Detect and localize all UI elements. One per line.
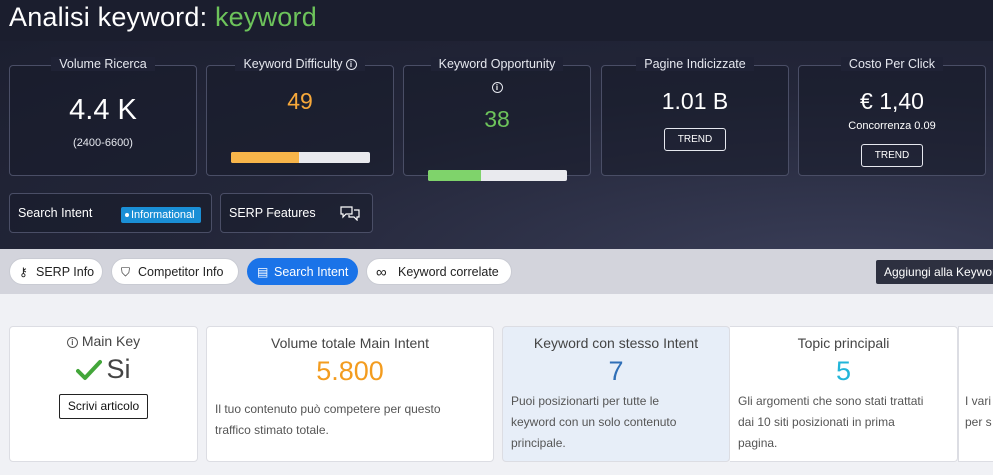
page-title: Analisi keyword: keyword	[9, 2, 317, 33]
trend-button[interactable]: TREND	[861, 144, 923, 167]
same-intent-title: Keyword con stesso Intent	[533, 335, 699, 351]
topics-title: Topic principali	[797, 335, 890, 351]
main-key-title: Main Key	[81, 333, 141, 349]
document-icon: ▤	[257, 265, 269, 279]
title-prefix: Analisi keyword:	[9, 2, 215, 32]
volume-total-value: 5.800	[316, 356, 384, 386]
serp-features-box[interactable]: SERP Features	[220, 193, 373, 233]
volume-value: 4.4 K	[69, 94, 137, 126]
trend-button[interactable]: TREND	[664, 128, 726, 151]
search-intent-label: Search Intent	[18, 206, 93, 220]
add-keyword-tooltip: Aggiungi alla Keywor	[876, 260, 993, 284]
tab-label: Search Intent	[274, 265, 349, 279]
main-key-card: i Main Key Si Scrivi articolo	[9, 326, 198, 462]
tab-label: Keyword correlate	[398, 265, 499, 279]
opportunity-title: Keyword Opportunity	[430, 57, 564, 71]
volume-total-title: Volume totale Main Intent	[271, 335, 429, 351]
desc-line: principale.	[511, 436, 566, 450]
partial-card: I vari per s	[958, 326, 993, 462]
page-header: Analisi keyword: keyword	[0, 0, 993, 41]
search-intent-box: Search Intent Informational	[9, 193, 212, 233]
topics-desc: Gli argomenti che sono stati trattati da…	[738, 391, 949, 454]
tab-serp-info[interactable]: ⚷ SERP Info	[9, 258, 103, 285]
tab-keyword-correlate[interactable]: ∞ Keyword correlate	[366, 258, 512, 285]
check-icon	[76, 357, 103, 388]
difficulty-title: Keyword Difficulty	[243, 57, 343, 71]
key-icon: ⚷	[19, 265, 28, 279]
partial-desc: I vari per s	[965, 391, 992, 433]
desc-line: pagina.	[738, 436, 778, 450]
tab-label: SERP Info	[36, 265, 95, 279]
tab-bar: ⚷ SERP Info ⛉ Competitor Info ▤ Search Inte…	[0, 249, 993, 294]
indexed-value: 1.01 B	[661, 88, 729, 114]
title-keyword: keyword	[214, 2, 317, 32]
difficulty-card: Keyword Difficulty i 49	[206, 57, 394, 176]
cpc-title: Costo Per Click	[840, 57, 944, 71]
desc-line: dai 10 siti posizionati in prima	[738, 415, 895, 429]
difficulty-value: 49	[287, 88, 313, 114]
opportunity-bar	[428, 170, 567, 181]
desc-line: keyword con un solo contenuto	[511, 415, 677, 429]
badge-icon: ⛉	[121, 265, 131, 279]
tab-label: Competitor Info	[138, 265, 224, 279]
indexed-title: Pagine Indicizzate	[636, 57, 754, 71]
cpc-card: Costo Per Click € 1,40 Concorrenza 0.09 …	[798, 57, 986, 176]
info-icon[interactable]: i	[491, 82, 503, 93]
info-icon[interactable]: i	[345, 59, 357, 70]
same-intent-value: 7	[608, 356, 624, 386]
write-article-button[interactable]: Scrivi articolo	[59, 394, 148, 419]
volume-total-card: Volume totale Main Intent 5.800 Il tuo c…	[206, 326, 494, 462]
main-key-value: Si	[106, 354, 131, 384]
chat-bubbles-icon	[339, 205, 361, 224]
desc-line: Gli argomenti che sono stati trattati	[738, 394, 924, 408]
desc-line: Puoi posizionarti per tutte le	[511, 394, 660, 408]
indexed-card: Pagine Indicizzate 1.01 B TREND	[601, 57, 789, 176]
metrics-panel: Volume Ricerca 4.4 K (2400-6600) Keyword…	[0, 41, 993, 249]
tab-search-intent[interactable]: ▤ Search Intent	[247, 258, 358, 285]
opportunity-bar-fill	[428, 170, 481, 181]
desc-line: per s	[965, 415, 992, 429]
cpc-value: € 1,40	[860, 88, 924, 114]
desc-line: Il tuo contenuto può competere per quest…	[215, 402, 441, 416]
same-intent-desc: Puoi posizionarti per tutte le keyword c…	[511, 391, 721, 454]
tab-competitor-info[interactable]: ⛉ Competitor Info	[111, 258, 239, 285]
desc-line: traffico stimato totale.	[215, 423, 329, 437]
topics-value: 5	[835, 356, 852, 386]
topics-card: Topic principali 5 Gli argomenti che son…	[730, 326, 958, 462]
serp-features-label: SERP Features	[229, 206, 316, 220]
desc-line: I vari	[965, 394, 992, 408]
info-icon[interactable]: i	[66, 337, 78, 348]
difficulty-bar-fill	[231, 152, 300, 163]
volume-title: Volume Ricerca	[51, 57, 155, 71]
cpc-competition: Concorrenza 0.09	[848, 120, 936, 132]
opportunity-value: 38	[484, 106, 510, 132]
volume-total-desc: Il tuo contenuto può competere per quest…	[215, 399, 485, 441]
infinity-icon: ∞	[376, 264, 387, 281]
main-key-value-row: Si	[10, 354, 197, 388]
difficulty-bar	[231, 152, 370, 163]
volume-card: Volume Ricerca 4.4 K (2400-6600)	[9, 57, 197, 176]
opportunity-card: Keyword Opportunity i 38	[403, 57, 591, 181]
volume-range: (2400-6600)	[73, 137, 133, 149]
same-intent-card: Keyword con stesso Intent 7 Puoi posizio…	[502, 326, 730, 462]
intent-badge: Informational	[121, 207, 201, 223]
